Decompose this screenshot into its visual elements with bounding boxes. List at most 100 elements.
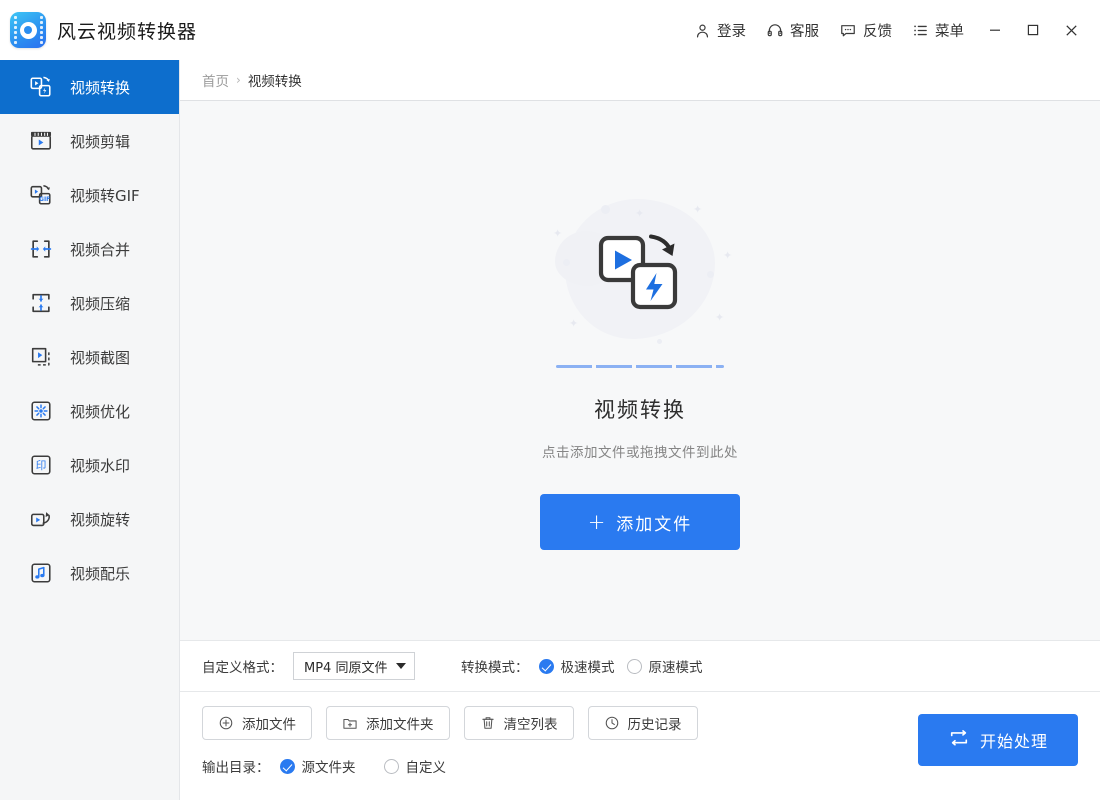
video-compress-icon: [28, 290, 54, 316]
login-button[interactable]: 登录: [684, 14, 756, 47]
plus-icon: +: [588, 512, 608, 533]
decorative-dashed-line: [556, 365, 724, 368]
titlebar-actions: 登录 客服: [684, 13, 1088, 47]
clear-list-button[interactable]: 清空列表: [464, 706, 574, 740]
add-file-label: 添加文件: [242, 713, 296, 733]
svg-text:印: 印: [36, 459, 47, 472]
add-folder-button[interactable]: 添加文件夹: [326, 706, 450, 740]
video-clip-icon: [28, 128, 54, 154]
login-label: 登录: [717, 20, 746, 41]
app-title: 风云视频转换器: [57, 17, 197, 44]
output-source-folder-label: 源文件夹: [302, 756, 356, 776]
mode-fast-label: 极速模式: [561, 656, 615, 676]
breadcrumb-home[interactable]: 首页: [202, 70, 229, 90]
circle-plus-icon: [218, 715, 234, 731]
sidebar: 视频转换 视频剪辑: [0, 60, 180, 800]
sidebar-item-video-to-gif[interactable]: GIF 视频转GIF: [0, 168, 179, 222]
video-watermark-icon: 印: [28, 452, 54, 478]
breadcrumb-separator: ›: [236, 73, 241, 87]
menu-label: 菜单: [935, 20, 964, 41]
sidebar-item-video-merge[interactable]: 视频合并: [0, 222, 179, 276]
customer-service-button[interactable]: 客服: [756, 14, 829, 47]
sidebar-item-video-convert[interactable]: 视频转换: [0, 60, 179, 114]
clear-list-label: 清空列表: [504, 713, 558, 733]
sidebar-item-label: 视频旋转: [70, 509, 130, 530]
user-icon: [694, 22, 711, 39]
radio-unselected-icon: [627, 659, 642, 674]
loop-arrows-icon: [948, 728, 970, 752]
output-label: 输出目录：: [202, 756, 270, 776]
maximize-icon[interactable]: [1016, 13, 1050, 47]
mode-fast-radio[interactable]: 极速模式: [539, 656, 615, 676]
radio-selected-icon: [280, 759, 295, 774]
history-label: 历史记录: [628, 713, 682, 733]
video-merge-icon: [28, 236, 54, 262]
app-window: 风云视频转换器 登录: [0, 0, 1100, 800]
sidebar-item-label: 视频压缩: [70, 293, 130, 314]
video-music-icon: [28, 560, 54, 586]
main-panel: 首页 › 视频转换 ✦ ✦ ✦ ✦ ✦ ✦: [180, 60, 1100, 800]
trash-icon: [480, 715, 496, 731]
video-to-gif-icon: GIF: [28, 182, 54, 208]
history-button[interactable]: 历史记录: [588, 706, 698, 740]
breadcrumb-current: 视频转换: [248, 70, 302, 90]
headset-icon: [766, 22, 784, 39]
sidebar-item-video-clip[interactable]: 视频剪辑: [0, 114, 179, 168]
sidebar-item-label: 视频剪辑: [70, 131, 130, 152]
title-bar: 风云视频转换器 登录: [0, 0, 1100, 60]
video-convert-icon: [28, 74, 54, 100]
video-convert-illustration: ✦ ✦ ✦ ✦ ✦ ✦: [535, 191, 745, 351]
video-rotate-icon: [28, 506, 54, 532]
dropzone-subtitle: 点击添加文件或拖拽文件到此处: [542, 441, 738, 461]
folder-plus-icon: [342, 715, 358, 731]
caret-down-icon: [396, 663, 406, 669]
minimize-icon[interactable]: [978, 13, 1012, 47]
breadcrumb: 首页 › 视频转换: [180, 60, 1100, 101]
add-folder-label: 添加文件夹: [366, 713, 434, 733]
file-dropzone[interactable]: ✦ ✦ ✦ ✦ ✦ ✦: [180, 101, 1100, 640]
menu-button[interactable]: 菜单: [902, 14, 974, 47]
mode-normal-label: 原速模式: [649, 656, 703, 676]
mode-normal-radio[interactable]: 原速模式: [627, 656, 703, 676]
format-select-value: MP4 同原文件: [304, 657, 387, 676]
window-body: 视频转换 视频剪辑: [0, 60, 1100, 800]
sidebar-item-video-rotate[interactable]: 视频旋转: [0, 492, 179, 546]
sidebar-item-label: 视频转GIF: [70, 185, 140, 206]
sidebar-item-label: 视频配乐: [70, 563, 130, 584]
dropzone-title: 视频转换: [594, 394, 686, 424]
sidebar-item-label: 视频合并: [70, 239, 130, 260]
list-menu-icon: [912, 22, 929, 39]
sidebar-item-video-screenshot[interactable]: 视频截图: [0, 330, 179, 384]
app-logo-icon: [10, 12, 46, 48]
radio-selected-icon: [539, 659, 554, 674]
sidebar-item-video-enhance[interactable]: 视频优化: [0, 384, 179, 438]
settings-row: 自定义格式： MP4 同原文件 转换模式： 极速模式 原速模式: [180, 640, 1100, 692]
convert-mode-group: 转换模式： 极速模式 原速模式: [461, 656, 703, 676]
add-file-primary-label: 添加文件: [616, 510, 692, 535]
add-file-button[interactable]: 添加文件: [202, 706, 312, 740]
sidebar-item-video-music[interactable]: 视频配乐: [0, 546, 179, 600]
video-enhance-icon: [28, 398, 54, 424]
sidebar-item-video-compress[interactable]: 视频压缩: [0, 276, 179, 330]
sidebar-item-label: 视频优化: [70, 401, 130, 422]
close-icon[interactable]: [1054, 13, 1088, 47]
output-custom-label: 自定义: [406, 756, 447, 776]
start-process-button[interactable]: 开始处理: [918, 714, 1078, 766]
start-process-label: 开始处理: [980, 728, 1048, 752]
sidebar-item-video-watermark[interactable]: 印 视频水印: [0, 438, 179, 492]
format-label: 自定义格式：: [202, 656, 283, 676]
customer-service-label: 客服: [790, 20, 819, 41]
output-custom-radio[interactable]: 自定义: [384, 756, 447, 776]
convert-mode-label: 转换模式：: [461, 656, 529, 676]
radio-unselected-icon: [384, 759, 399, 774]
sidebar-item-label: 视频截图: [70, 347, 130, 368]
feedback-button[interactable]: 反馈: [829, 14, 902, 47]
output-source-folder-radio[interactable]: 源文件夹: [280, 756, 356, 776]
add-file-primary-button[interactable]: + 添加文件: [540, 494, 740, 550]
video-screenshot-icon: [28, 344, 54, 370]
sidebar-item-label: 视频水印: [70, 455, 130, 476]
clock-icon: [604, 715, 620, 731]
format-select[interactable]: MP4 同原文件: [293, 652, 415, 680]
sidebar-item-label: 视频转换: [70, 77, 130, 98]
feedback-label: 反馈: [863, 20, 892, 41]
